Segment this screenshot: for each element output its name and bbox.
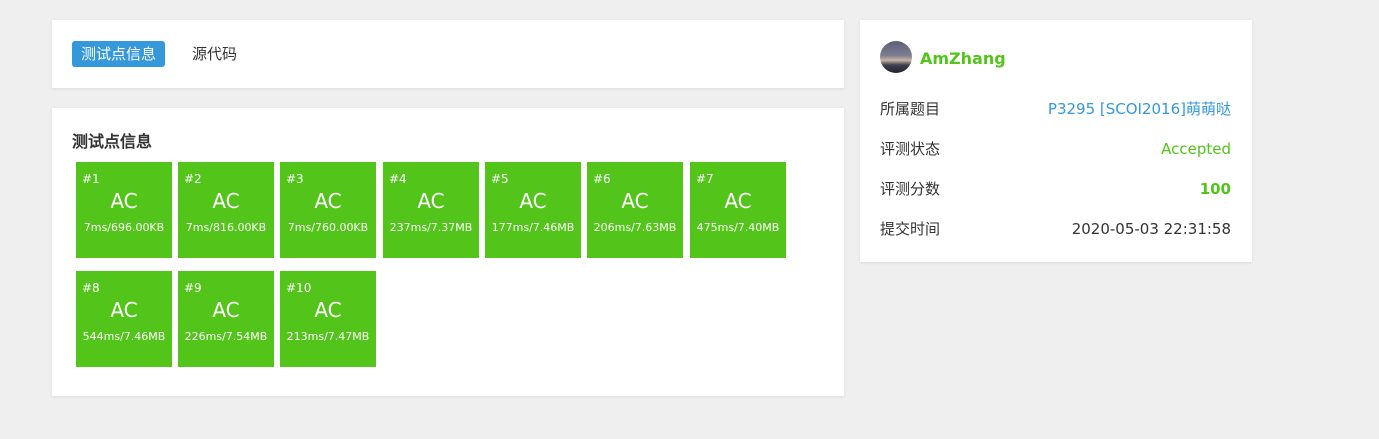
tabs-card: 测试点信息 源代码 xyxy=(52,20,844,88)
status-value: Accepted xyxy=(1161,140,1231,158)
test-case-number: #4 xyxy=(389,172,407,186)
test-case[interactable]: #4 AC 237ms/7.37MB xyxy=(383,162,479,258)
score-value: 100 xyxy=(1199,180,1231,198)
test-case-status: AC xyxy=(519,189,547,213)
test-case[interactable]: #5 AC 177ms/7.46MB xyxy=(485,162,581,258)
info-label: 所属题目 xyxy=(880,100,941,118)
info-row-problem: 所属题目 P3295 [SCOI2016]萌萌哒 xyxy=(880,98,1231,120)
avatar[interactable] xyxy=(880,41,912,73)
test-case[interactable]: #6 AC 206ms/7.63MB xyxy=(587,162,683,258)
test-case-detail: 237ms/7.37MB xyxy=(389,221,473,234)
test-case-detail: 177ms/7.46MB xyxy=(491,221,575,234)
test-case-detail: 475ms/7.40MB xyxy=(696,221,780,234)
test-case-status: AC xyxy=(621,189,649,213)
test-case-detail: 7ms/760.00KB xyxy=(287,221,369,234)
test-case-number: #7 xyxy=(696,172,714,186)
test-case-detail: 7ms/816.00KB xyxy=(185,221,267,234)
test-case-detail: 206ms/7.63MB xyxy=(593,221,677,234)
info-label: 评测状态 xyxy=(880,140,941,158)
test-case-number: #5 xyxy=(491,172,509,186)
test-case[interactable]: #9 AC 226ms/7.54MB xyxy=(178,271,274,367)
test-case-status: AC xyxy=(110,189,138,213)
info-label: 评测分数 xyxy=(880,180,941,198)
test-case[interactable]: #8 AC 544ms/7.46MB xyxy=(76,271,172,367)
test-case[interactable]: #10 AC 213ms/7.47MB xyxy=(280,271,376,367)
test-case-detail: 226ms/7.54MB xyxy=(184,330,268,343)
username-link[interactable]: AmZhang xyxy=(920,49,1006,68)
tab-test-info[interactable]: 测试点信息 xyxy=(72,41,166,67)
test-case-status: AC xyxy=(417,189,445,213)
test-case-number: #3 xyxy=(286,172,304,186)
info-row-score: 评测分数 100 xyxy=(880,178,1231,200)
test-case-number: #10 xyxy=(286,281,312,295)
test-case-number: #1 xyxy=(82,172,100,186)
test-case-detail: 7ms/696.00KB xyxy=(83,221,165,234)
test-case-status: AC xyxy=(314,298,342,322)
problem-link[interactable]: P3295 [SCOI2016]萌萌哒 xyxy=(1048,98,1231,120)
test-case[interactable]: #1 AC 7ms/696.00KB xyxy=(76,162,172,258)
submit-time-value: 2020-05-03 22:31:58 xyxy=(1071,220,1231,238)
section-title: 测试点信息 xyxy=(72,132,153,151)
test-case-detail: 213ms/7.47MB xyxy=(286,330,370,343)
test-case[interactable]: #3 AC 7ms/760.00KB xyxy=(280,162,376,258)
test-results-card: 测试点信息 #1 AC 7ms/696.00KB #2 AC 7ms/816.0… xyxy=(52,108,844,396)
test-case-number: #9 xyxy=(184,281,202,295)
tab-source-code[interactable]: 源代码 xyxy=(183,41,246,67)
submission-info-card: AmZhang 所属题目 P3295 [SCOI2016]萌萌哒 评测状态 Ac… xyxy=(860,20,1252,262)
test-case-status: AC xyxy=(212,298,240,322)
info-label: 提交时间 xyxy=(880,220,941,238)
test-case-status: AC xyxy=(110,298,138,322)
test-case-number: #8 xyxy=(82,281,100,295)
test-case-number: #2 xyxy=(184,172,202,186)
test-case[interactable]: #7 AC 475ms/7.40MB xyxy=(690,162,786,258)
test-case-detail: 544ms/7.46MB xyxy=(82,330,166,343)
test-case-number: #6 xyxy=(593,172,611,186)
info-row-submit-time: 提交时间 2020-05-03 22:31:58 xyxy=(880,218,1231,240)
test-case-status: AC xyxy=(212,189,240,213)
test-case-status: AC xyxy=(724,189,752,213)
info-row-status: 评测状态 Accepted xyxy=(880,138,1231,160)
test-case-status: AC xyxy=(314,189,342,213)
test-case[interactable]: #2 AC 7ms/816.00KB xyxy=(178,162,274,258)
